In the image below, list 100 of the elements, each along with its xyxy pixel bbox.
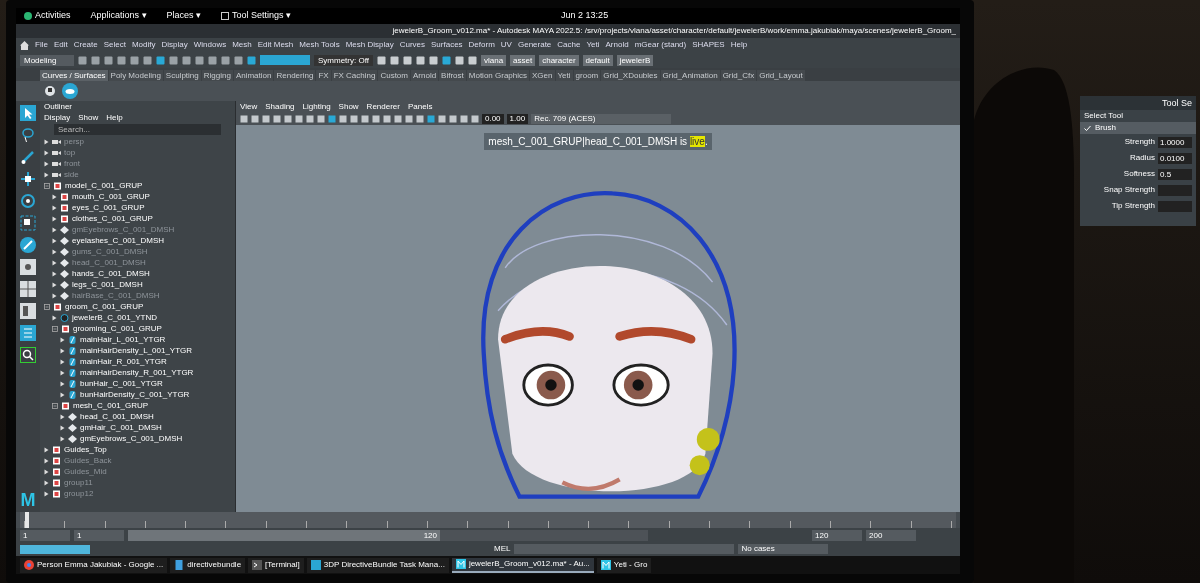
shelf-tab[interactable]: Motion Graphics — [466, 70, 530, 81]
paint-brush-icon[interactable] — [20, 149, 36, 165]
menu-item[interactable]: Generate — [517, 39, 552, 51]
menu-item[interactable]: Edit Mesh — [257, 39, 294, 51]
menu-item[interactable]: Show — [78, 111, 99, 124]
outliner-item[interactable]: gmHair_C_001_DMSH — [80, 421, 162, 434]
top-bar-menu[interactable]: Tool Settings ▾ — [232, 9, 292, 23]
path-button[interactable]: jewelerB — [616, 54, 654, 66]
shelf-tab[interactable]: Grid_Cfx — [720, 70, 757, 81]
shelf-tab[interactable]: Yeti — [555, 70, 573, 81]
menu-item[interactable]: Surfaces — [431, 39, 463, 51]
mode-dropdown[interactable]: Modeling — [20, 54, 74, 66]
shelf-tab[interactable]: Custom — [378, 70, 410, 81]
menu-item[interactable]: Display — [161, 39, 188, 51]
playhead[interactable] — [24, 512, 29, 528]
panel-icon[interactable] — [20, 303, 36, 319]
collapse-icon[interactable] — [52, 325, 58, 332]
menu-item[interactable]: Lighting — [302, 100, 331, 113]
menu-item[interactable]: Panels — [407, 100, 433, 113]
start-frame-field[interactable]: 1 — [20, 529, 70, 541]
taskbar-button[interactable]: Person Emma Jakubiak - Google ... — [20, 557, 168, 573]
menu-item[interactable]: Edit — [53, 39, 68, 51]
menu-item[interactable]: UV — [500, 39, 512, 51]
value-field[interactable]: 1.0000 — [1158, 136, 1192, 148]
menu-item[interactable]: mGear (stand) — [634, 39, 687, 51]
menu-item[interactable]: Yeti — [586, 39, 600, 51]
outliner-item[interactable]: jewelerB_C_001_YTND — [72, 311, 157, 324]
menu-item[interactable]: SHAPES — [692, 39, 725, 51]
value-field[interactable] — [1158, 200, 1192, 212]
rotate-icon[interactable] — [20, 193, 36, 209]
shelf-tab[interactable]: Animation — [233, 70, 274, 81]
outliner-item[interactable]: clothes_C_001_GRUP — [72, 212, 153, 225]
taskbar-button[interactable]: Yeti - Gro — [596, 557, 652, 573]
outliner-item[interactable]: mainHair_R_001_YTGR — [80, 355, 167, 368]
menu-item[interactable]: Arnold — [605, 39, 629, 51]
lasso-icon[interactable] — [20, 127, 36, 143]
symmetry-dropdown[interactable]: Symmetry: Off — [314, 54, 373, 66]
pen-icon[interactable] — [20, 237, 36, 253]
shelf-tab[interactable]: groom — [573, 70, 601, 81]
outliner-item[interactable]: mesh_C_001_GRUP — [73, 399, 149, 412]
outliner-item[interactable]: hands_C_001_DMSH — [72, 267, 150, 280]
outliner-item[interactable]: bunHair_C_001_YTGR — [80, 377, 163, 390]
menu-item[interactable]: Show — [338, 100, 359, 113]
shelf-tab[interactable]: XGen — [530, 70, 555, 81]
range-start-field[interactable]: 1 — [74, 529, 124, 541]
collapse-icon[interactable] — [44, 303, 50, 310]
outliner-item[interactable]: grooming_C_001_GRUP — [73, 322, 162, 335]
shelf-tab[interactable]: Rendering — [274, 70, 316, 81]
value-field[interactable]: 0.5 — [1158, 168, 1192, 180]
color-space-dropdown[interactable]: Rec. 709 (ACES) — [531, 113, 672, 124]
shelf-tab[interactable]: Curves / Surfaces — [40, 70, 108, 81]
outliner-item[interactable]: legs_C_001_DMSH — [72, 278, 143, 291]
menu-item[interactable]: Shading — [265, 100, 295, 113]
collapse-icon[interactable] — [52, 402, 58, 409]
value-field[interactable] — [1158, 184, 1192, 196]
outliner-item[interactable]: eyelashes_C_001_DMSH — [72, 234, 165, 247]
range-slider[interactable]: 120 — [128, 529, 440, 541]
outliner-item[interactable]: Guides_Top — [64, 443, 107, 456]
menu-item[interactable]: File — [35, 39, 48, 51]
top-bar-menu[interactable]: Places ▾ — [166, 9, 202, 23]
shelf-tab[interactable]: Grid_Animation — [660, 70, 720, 81]
scale-icon[interactable] — [20, 215, 36, 231]
outliner-item[interactable]: groom_C_001_GRUP — [65, 300, 144, 313]
command-field[interactable] — [514, 544, 735, 554]
menu-item[interactable]: Deform — [468, 39, 495, 51]
path-button[interactable]: vlana — [480, 54, 507, 66]
taskbar-button[interactable]: 3DP DirectiveBundle Task Mana... — [306, 557, 449, 573]
top-bar-menu[interactable]: Applications ▾ — [90, 9, 147, 23]
menu-item[interactable]: Modify — [131, 39, 156, 51]
cloud-icon[interactable] — [62, 83, 78, 99]
shelf-tab[interactable]: Grid_Layout — [757, 70, 805, 81]
outliner-item[interactable]: eyes_C_001_GRUP — [72, 201, 145, 214]
move-icon[interactable] — [20, 171, 36, 187]
shelf-tab[interactable]: Sculpting — [163, 70, 201, 81]
value-field[interactable]: 0.00 — [482, 113, 504, 124]
search-field[interactable]: Search... — [54, 124, 221, 135]
menu-item[interactable]: View — [240, 100, 258, 113]
path-button[interactable]: default — [582, 54, 613, 66]
taskbar-button[interactable]: [Terminal] — [248, 557, 304, 573]
home-icon[interactable] — [20, 40, 29, 50]
menu-item[interactable]: Windows — [193, 39, 227, 51]
search-icon[interactable] — [20, 347, 36, 363]
end-frame-field[interactable]: 120 — [812, 529, 862, 541]
section-header[interactable]: Brush — [1095, 122, 1116, 134]
outliner-item[interactable]: bunHairDensity_C_001_YTGR — [80, 388, 190, 401]
outliner-item[interactable]: model_C_001_GRUP — [65, 179, 143, 192]
expand-arrow-icon[interactable] — [52, 314, 57, 321]
shelf-tab[interactable]: FX — [316, 70, 331, 81]
outliner-item[interactable]: gmEyebrows_C_001_DMSH — [80, 432, 183, 445]
taskbar-button[interactable]: jewelerB_Groom_v012.ma* - Au... — [451, 557, 594, 573]
shelf-tab[interactable]: Bifrost — [439, 70, 466, 81]
value-field[interactable]: 0.0100 — [1158, 152, 1192, 164]
menu-item[interactable]: Renderer — [366, 100, 400, 113]
outliner-item[interactable]: mainHairDensity_L_001_YTGR — [80, 344, 193, 357]
time-slider[interactable] — [20, 512, 956, 528]
taskbar-button[interactable]: directivebundle — [170, 557, 246, 573]
menu-item[interactable]: Cache — [557, 39, 581, 51]
menu-item[interactable]: Display — [44, 111, 71, 124]
shelf-tab[interactable]: Arnold — [411, 70, 439, 81]
menu-item[interactable]: Help — [106, 111, 123, 124]
